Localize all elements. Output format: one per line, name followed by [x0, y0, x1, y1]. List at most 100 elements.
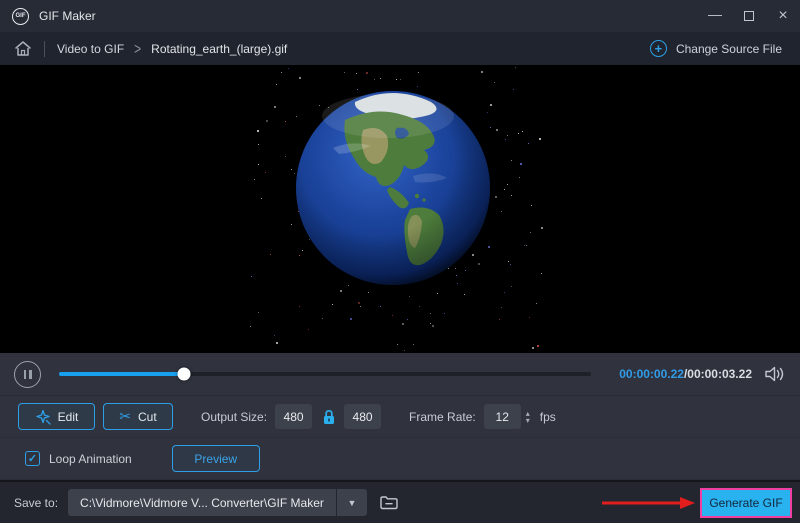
preview-button[interactable]: Preview [171, 445, 260, 472]
cut-button[interactable]: ✂ Cut [103, 403, 173, 430]
star-dot [540, 226, 543, 229]
star-dot [511, 194, 512, 196]
progress-slider[interactable] [59, 367, 592, 381]
lock-icon [324, 409, 335, 424]
frame-rate-input[interactable]: 12 [483, 404, 521, 429]
star-dot [280, 71, 282, 73]
star-dot [396, 78, 398, 80]
star-dot [360, 306, 362, 308]
maximize-icon [744, 11, 754, 21]
progress-thumb[interactable] [177, 367, 191, 381]
checkmark-icon: ✓ [27, 453, 38, 465]
star-dot [512, 89, 514, 90]
pause-button[interactable] [14, 360, 41, 388]
star-dot [530, 205, 532, 207]
edit-label: Edit [57, 409, 79, 424]
star-dot [250, 276, 252, 278]
save-path-dropdown[interactable]: ▼ [337, 498, 367, 508]
star-dot [522, 131, 523, 133]
star-dot [511, 286, 513, 288]
plus-glyph: + [654, 40, 663, 56]
title-bar: GIF GIF Maker — × [0, 0, 800, 32]
volume-button[interactable] [764, 365, 786, 383]
minimize-button[interactable]: — [698, 0, 732, 32]
breadcrumb-bar: Video to GIF > Rotating_earth_(large).gi… [0, 32, 800, 65]
star-dot [257, 143, 259, 145]
home-button[interactable] [14, 40, 32, 57]
pause-icon [23, 369, 26, 379]
star-dot [503, 292, 505, 293]
star-dot [511, 160, 513, 161]
output-height-input[interactable]: 480 [344, 404, 382, 429]
star-dot [517, 133, 519, 135]
player-controls: 00:00:00.22/00:00:03.22 [0, 353, 800, 396]
open-folder-button[interactable] [379, 494, 399, 511]
star-dot [400, 79, 402, 81]
edit-button[interactable]: Edit [18, 403, 95, 430]
star-dot [527, 142, 529, 144]
star-dot [403, 349, 405, 351]
change-source-file-button[interactable]: + Change Source File [649, 40, 782, 57]
star-dot [495, 195, 498, 198]
breadcrumb-divider [44, 40, 45, 57]
breadcrumb-section[interactable]: Video to GIF [57, 42, 124, 56]
star-dot [504, 189, 505, 191]
star-dot [308, 328, 310, 330]
star-dot [535, 302, 537, 304]
star-dot [284, 121, 286, 122]
star-dot [275, 341, 278, 344]
footer-bar: Save to: C:\Vidmore\Vidmore V... Convert… [0, 480, 800, 523]
earth-globe-image [296, 91, 490, 285]
frame-rate-label: Frame Rate: [409, 409, 476, 424]
star-dot [429, 323, 431, 325]
star-dot [392, 315, 394, 317]
total-time: /00:00:03.22 [683, 367, 752, 381]
pause-icon [29, 369, 32, 379]
magic-wand-icon [36, 409, 51, 425]
star-dot [258, 311, 260, 313]
star-dot [494, 81, 496, 83]
star-dot [380, 77, 382, 79]
timestamp: 00:00:00.22/00:00:03.22 [619, 367, 752, 381]
star-dot [358, 302, 361, 305]
output-width-input[interactable]: 480 [275, 404, 313, 429]
star-dot [498, 319, 500, 320]
loop-animation-checkbox[interactable]: ✓ [25, 451, 40, 466]
star-dot [368, 292, 370, 294]
star-dot [273, 105, 276, 108]
progress-fill [59, 372, 185, 376]
star-dot [299, 76, 302, 79]
star-dot [532, 346, 535, 349]
star-dot [417, 71, 419, 73]
maximize-button[interactable] [732, 0, 766, 32]
save-path-value[interactable]: C:\Vidmore\Vidmore V... Converter\GIF Ma… [68, 496, 336, 510]
star-dot [429, 313, 431, 315]
star-dot [374, 79, 376, 80]
star-dot [257, 163, 259, 165]
lock-aspect-button[interactable] [322, 409, 336, 425]
video-preview-area [0, 65, 800, 353]
close-button[interactable]: × [766, 0, 800, 32]
plus-circle-icon: + [649, 40, 667, 57]
star-dot [298, 306, 300, 308]
star-dot [432, 325, 435, 328]
stepper-down-icon[interactable]: ▾ [526, 416, 530, 424]
fps-unit-label: fps [539, 409, 556, 424]
star-dot [495, 129, 498, 132]
app-logo-icon: GIF [12, 7, 29, 25]
star-dot [444, 312, 446, 314]
frame-rate-stepper[interactable]: ▴ ▾ [526, 409, 530, 424]
star-dot [402, 322, 405, 325]
star-dot [506, 184, 508, 186]
star-dot [464, 293, 465, 295]
current-time: 00:00:00.22 [619, 367, 684, 381]
star-dot [500, 211, 502, 213]
star-dot [481, 71, 484, 74]
annotation-arrow-icon [602, 496, 695, 509]
output-size-label: Output Size: [201, 409, 268, 424]
generate-gif-button[interactable]: Generate GIF [700, 487, 792, 518]
star-dot [273, 335, 275, 336]
star-dot [340, 290, 343, 293]
gif-maker-window: GIF GIF Maker — × Video to GIF > Rotatin… [0, 0, 800, 523]
save-path-control: C:\Vidmore\Vidmore V... Converter\GIF Ma… [68, 489, 367, 516]
